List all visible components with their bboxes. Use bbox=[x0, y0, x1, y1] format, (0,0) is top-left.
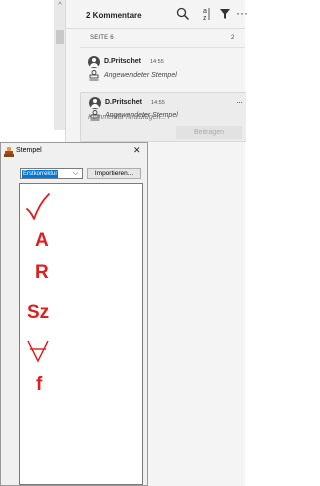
stamp-icon bbox=[89, 70, 99, 81]
category-select[interactable]: Erstkorrektur ⌵ bbox=[20, 168, 83, 179]
close-icon[interactable]: ✕ bbox=[133, 145, 141, 156]
vertical-scrollbar[interactable] bbox=[54, 0, 65, 130]
stamp-checkmark[interactable] bbox=[25, 192, 51, 222]
import-button[interactable]: Importieren... bbox=[87, 168, 141, 179]
avatar bbox=[88, 56, 100, 68]
header-divider bbox=[65, 28, 245, 29]
comment-author: D.Pritschet bbox=[105, 99, 142, 106]
stamp-dialog: Stempel ✕ Erstkorrektur ⌵ Importieren...… bbox=[0, 142, 148, 486]
stamp-a[interactable]: A bbox=[35, 230, 49, 252]
comment-author: D.Pritschet bbox=[104, 58, 141, 65]
scrollbar-thumb[interactable] bbox=[56, 30, 64, 44]
scroll-up-arrow-icon[interactable]: ^ bbox=[56, 2, 64, 10]
comment-count-heading: 2 Kommentare bbox=[86, 11, 142, 20]
svg-text:a: a bbox=[203, 8, 207, 15]
reply-input[interactable]: Kommentar hinzufügen... bbox=[88, 114, 166, 121]
stamp-app-icon bbox=[4, 147, 14, 157]
page-group-divider bbox=[80, 47, 245, 48]
page-group-label: SEITE 6 bbox=[90, 35, 114, 41]
stamp-r[interactable]: R bbox=[35, 262, 49, 284]
svg-text:z: z bbox=[203, 15, 207, 22]
stamp-list[interactable]: A R Sz f bbox=[19, 183, 143, 485]
post-button[interactable]: Beitragen bbox=[176, 126, 242, 139]
comment-time: 14:55 bbox=[151, 100, 165, 106]
category-select-value: Erstkorrektur bbox=[22, 170, 59, 178]
search-icon[interactable] bbox=[176, 7, 190, 21]
more-options-icon[interactable]: ··· bbox=[236, 7, 248, 19]
avatar bbox=[89, 97, 101, 109]
comment-more-options-icon[interactable]: ··· bbox=[236, 97, 243, 107]
stamp-f[interactable]: f bbox=[36, 374, 42, 396]
chevron-down-icon[interactable]: ⌵ bbox=[73, 169, 78, 179]
comment-time: 14:55 bbox=[150, 59, 164, 65]
stamp-for-all[interactable] bbox=[26, 339, 50, 363]
comment-card[interactable]: D.Pritschet 14:55 Angewendeter Stempel bbox=[80, 52, 245, 84]
comment-description: Angewendeter Stempel bbox=[104, 72, 177, 79]
filter-icon[interactable] bbox=[219, 7, 231, 21]
sort-icon[interactable]: a z bbox=[201, 6, 211, 22]
page-group-count[interactable]: 2 bbox=[231, 35, 234, 41]
stamp-sz[interactable]: Sz bbox=[27, 302, 49, 324]
dialog-title: Stempel bbox=[16, 147, 42, 154]
